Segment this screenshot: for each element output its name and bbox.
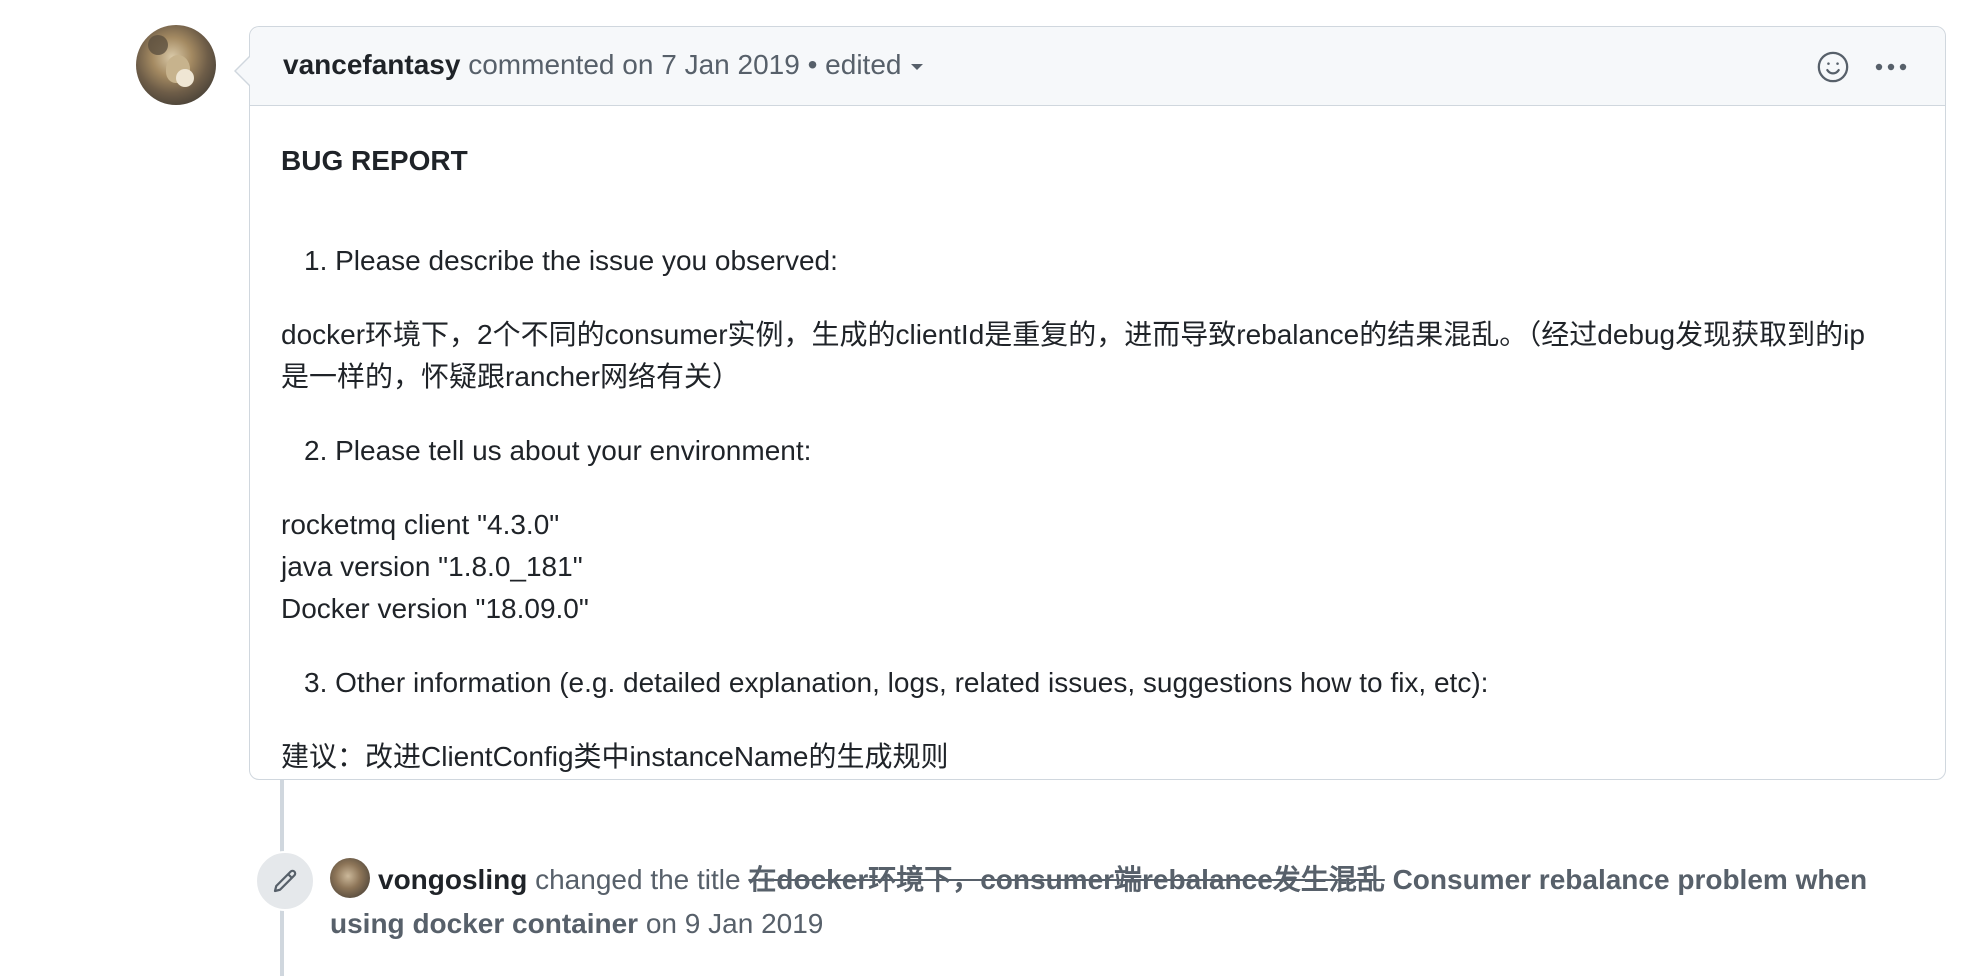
comment-header: vancefantasy commented on 7 Jan 2019 • e…	[234, 27, 1945, 106]
comment-date-link[interactable]: 7 Jan 2019	[661, 49, 800, 80]
new-title-part1: Consumer rebalance problem when	[1392, 864, 1868, 895]
comment-author-link[interactable]: vancefantasy	[283, 49, 460, 80]
env-rocketmq: rocketmq client "4.3.0"	[281, 509, 560, 540]
event-date-link[interactable]: 9 Jan 2019	[685, 908, 824, 939]
pencil-icon	[255, 851, 315, 911]
rename-event: vongosling changed the title 在docker环境下，…	[330, 858, 1930, 946]
edited-label: edited	[825, 49, 902, 80]
issue-comment: vancefantasy commented on 7 Jan 2019 • e…	[234, 26, 1946, 780]
smiley-icon[interactable]	[1815, 49, 1851, 85]
old-title: 在docker环境下，consumer端rebalance发生混乱	[748, 864, 1385, 895]
edited-dropdown[interactable]: edited	[825, 49, 924, 80]
event-user-link[interactable]: vongosling	[378, 864, 527, 895]
issue-description-line1: docker环境下，2个不同的consumer实例，生成的clientId是重复…	[281, 319, 1865, 350]
event-user-avatar[interactable]	[330, 858, 370, 898]
separator-dot: •	[807, 49, 818, 80]
issue-timeline: vancefantasy commented on 7 Jan 2019 • e…	[0, 0, 1974, 976]
new-title-part2: using docker container	[330, 908, 639, 939]
env-docker: Docker version "18.09.0"	[281, 593, 589, 624]
caret-down-icon	[911, 63, 924, 70]
suggestion-text: 建议：改进ClientConfig类中instanceName的生成规则	[281, 741, 949, 772]
list-item-1: 1. Please describe the issue you observe…	[304, 245, 838, 276]
author-avatar[interactable]	[136, 25, 216, 105]
comment-action: commented on	[468, 49, 654, 80]
bug-report-heading: BUG REPORT	[281, 145, 468, 176]
event-action: changed the title	[535, 864, 741, 895]
kebab-horizontal-icon[interactable]	[1873, 49, 1909, 85]
event-on-label: on	[645, 908, 678, 939]
env-java: java version "1.8.0_181"	[281, 551, 583, 582]
list-item-2: 2. Please tell us about your environment…	[304, 435, 812, 466]
list-item-3: 3. Other information (e.g. detailed expl…	[304, 667, 1489, 698]
issue-description-line2: 是一样的，怀疑跟rancher网络有关）	[281, 361, 740, 392]
